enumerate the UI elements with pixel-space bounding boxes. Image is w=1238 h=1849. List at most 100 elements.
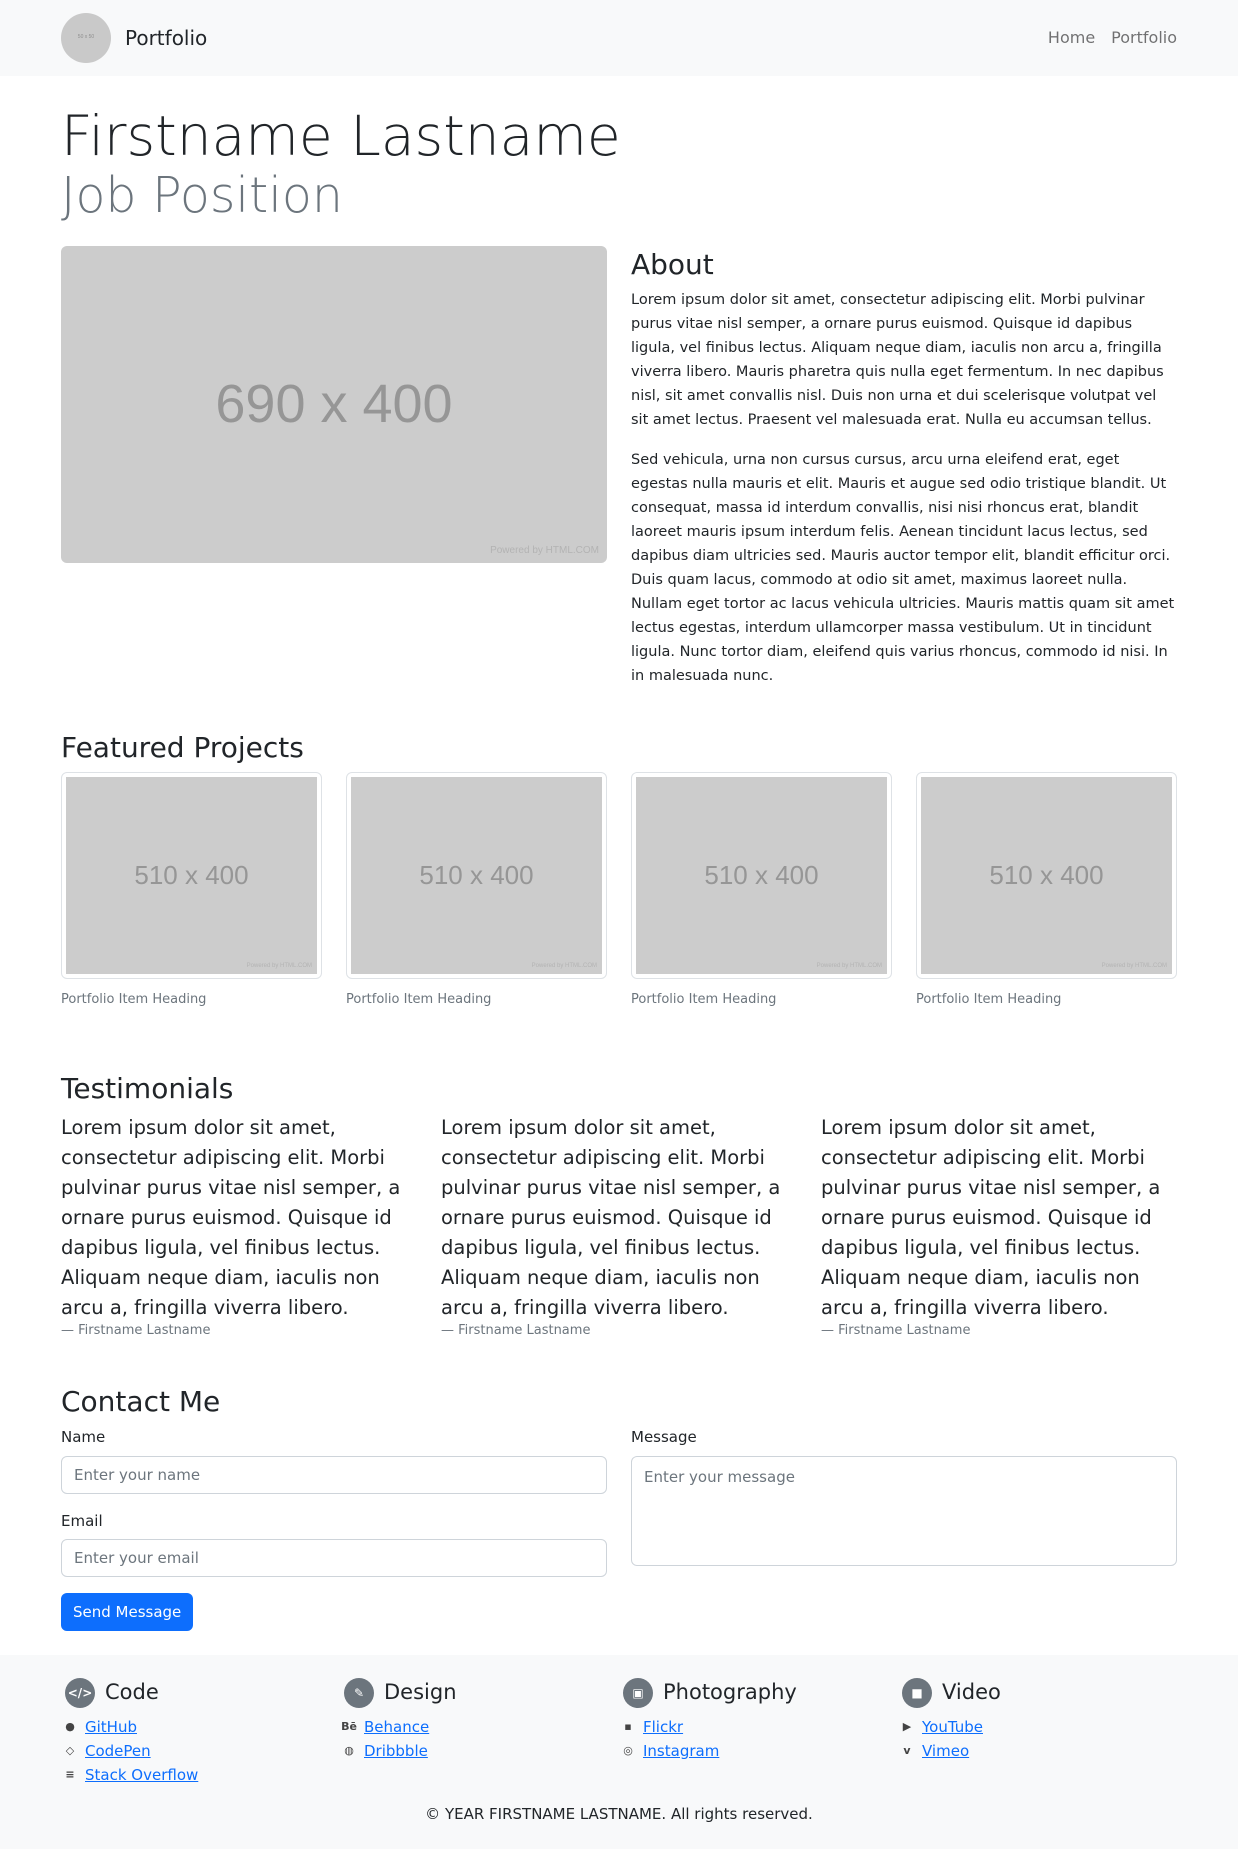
email-label: Email (61, 1511, 103, 1530)
project-thumbnail[interactable]: 510 x 400 Powered by HTML.COM (631, 772, 892, 980)
contact-form-left: Name Enter your name Email Enter your em… (61, 1426, 607, 1632)
email-input[interactable]: Enter your email (61, 1539, 607, 1578)
footer-link-item: ▶ YouTube (900, 1715, 1177, 1739)
project-card[interactable]: 510 x 400 Powered by HTML.COM Portfolio … (916, 772, 1177, 1010)
footer-links: Bē Behance ◍ Dribbble (340, 1715, 619, 1763)
message-textarea[interactable]: Enter your message (631, 1455, 1177, 1566)
message-field-group: Message Enter your message (631, 1426, 1177, 1566)
project-image: 510 x 400 Powered by HTML.COM (351, 777, 602, 975)
footer-link-instagram[interactable]: Instagram (643, 1739, 719, 1763)
brand-title[interactable]: Portfolio (125, 23, 207, 53)
footer-link-youtube[interactable]: YouTube (922, 1715, 983, 1739)
project-thumbnail[interactable]: 510 x 400 Powered by HTML.COM (916, 772, 1177, 980)
footer-link-item: ▪ Flickr (621, 1715, 898, 1739)
footer-heading: </> Code (65, 1677, 340, 1709)
code-icon: </> (65, 1678, 95, 1709)
behance-icon: Bē (341, 1719, 357, 1733)
nav-link-home[interactable]: Home (1048, 26, 1095, 50)
projects-grid: 510 x 400 Powered by HTML.COM Portfolio … (61, 772, 1177, 1010)
stack-overflow-icon: ≡ (65, 1767, 75, 1781)
footer-links: ▶ YouTube v Vimeo (898, 1715, 1177, 1763)
footer-column-video: ■ Video ▶ YouTube v Vimeo (898, 1677, 1177, 1787)
name-input[interactable]: Enter your name (61, 1455, 607, 1494)
contact-form-right: Message Enter your message (631, 1426, 1177, 1631)
project-caption: Portfolio Item Heading (61, 992, 207, 1008)
hero-image: 690 x 400 Powered by HTML.COM (61, 245, 607, 563)
footer-links: ● GitHub ◇ CodePen ≡ Stack Overflow (61, 1715, 340, 1787)
testimonial-author: — Firstname Lastname (821, 1323, 971, 1339)
project-card[interactable]: 510 x 400 Powered by HTML.COM Portfolio … (631, 772, 892, 1010)
project-caption: Portfolio Item Heading (916, 992, 1062, 1008)
project-thumbnail[interactable]: 510 x 400 Powered by HTML.COM (61, 772, 322, 980)
hero-name: Firstname Lastname (61, 104, 621, 168)
nav-links: Home Portfolio (1048, 26, 1177, 50)
testimonial-quote: Lorem ipsum dolor sit amet, consectetur … (61, 1116, 401, 1320)
testimonial-author: — Firstname Lastname (61, 1323, 211, 1339)
footer-link-codepen[interactable]: CodePen (85, 1739, 151, 1763)
project-image-label: 510 x 400 (704, 860, 819, 891)
about-title: About (631, 247, 714, 281)
footer-heading-label: Video (942, 1680, 1001, 1705)
instagram-icon: ◎ (623, 1743, 633, 1757)
testimonial-author: — Firstname Lastname (441, 1323, 591, 1339)
about-section: About Lorem ipsum dolor sit amet, consec… (631, 246, 1177, 705)
camera-video-icon: ■ (902, 1678, 932, 1709)
testimonial-quote: Lorem ipsum dolor sit amet, consectetur … (441, 1116, 781, 1320)
youtube-icon: ▶ (902, 1719, 912, 1733)
contact-section: Contact Me Name Enter your name Email En… (61, 1385, 1177, 1632)
project-thumbnail[interactable]: 510 x 400 Powered by HTML.COM (346, 772, 607, 980)
image-icon: ▣ (623, 1678, 653, 1709)
testimonial: Lorem ipsum dolor sit amet, consectetur … (821, 1113, 1177, 1341)
footer-link-stack-overflow[interactable]: Stack Overflow (85, 1763, 198, 1787)
footer-heading-label: Code (105, 1680, 159, 1705)
footer-link-item: ≡ Stack Overflow (63, 1763, 340, 1787)
footer-link-flickr[interactable]: Flickr (643, 1715, 683, 1739)
projects-section: Featured Projects 510 x 400 Powered by H… (61, 731, 1177, 1010)
vimeo-icon: v (903, 1743, 911, 1757)
project-image: 510 x 400 Powered by HTML.COM (921, 777, 1172, 975)
footer-links: ▪ Flickr ◎ Instagram (619, 1715, 898, 1763)
project-image: 510 x 400 Powered by HTML.COM (636, 777, 887, 975)
name-label: Name (61, 1428, 106, 1447)
nav-link-portfolio[interactable]: Portfolio (1111, 26, 1177, 50)
hero-section: Firstname Lastname Job Position 690 x 40… (61, 76, 1177, 705)
footer-link-item: Bē Behance (341, 1715, 619, 1739)
testimonials-section: Testimonials Lorem ipsum dolor sit amet,… (61, 1072, 1177, 1341)
send-message-button[interactable]: Send Message (61, 1593, 194, 1632)
footer-link-item: ◇ CodePen (63, 1739, 340, 1763)
footer-column-photography: ▣ Photography ▪ Flickr ◎ Instagram (619, 1677, 898, 1787)
contact-form: Name Enter your name Email Enter your em… (61, 1426, 1177, 1632)
footer-link-behance[interactable]: Behance (364, 1715, 429, 1739)
footer-link-dribbble[interactable]: Dribbble (364, 1739, 428, 1763)
testimonial-quote: Lorem ipsum dolor sit amet, consectetur … (821, 1116, 1161, 1320)
message-label: Message (631, 1428, 697, 1447)
footer-link-item: ◎ Instagram (621, 1739, 898, 1763)
logo-image[interactable]: 50 x 50 (61, 13, 111, 63)
project-image-label: 510 x 400 (419, 860, 534, 891)
footer: </> Code ● GitHub ◇ CodePen ≡ Stack Overflo… (0, 1655, 1238, 1849)
codepen-icon: ◇ (65, 1743, 75, 1757)
project-image-label: 510 x 400 (134, 860, 249, 891)
hero-image-label: 690 x 400 (215, 373, 453, 434)
project-image-credit: Powered by HTML.COM (1101, 963, 1167, 970)
project-image-credit: Powered by HTML.COM (246, 963, 312, 970)
project-image-credit: Powered by HTML.COM (531, 963, 597, 970)
hero-position: Job Position (61, 166, 343, 224)
footer-columns: </> Code ● GitHub ◇ CodePen ≡ Stack Overflo… (61, 1677, 1177, 1787)
footer-link-vimeo[interactable]: Vimeo (922, 1739, 969, 1763)
email-field-group: Email Enter your email (61, 1510, 607, 1578)
about-row: 690 x 400 Powered by HTML.COM About Lore… (61, 245, 1177, 705)
flickr-icon: ▪ (624, 1719, 632, 1733)
name-field-group: Name Enter your name (61, 1426, 607, 1494)
footer-link-github[interactable]: GitHub (85, 1715, 137, 1739)
project-card[interactable]: 510 x 400 Powered by HTML.COM Portfolio … (61, 772, 322, 1010)
footer-link-item: v Vimeo (900, 1739, 1177, 1763)
github-icon: ● (65, 1719, 75, 1733)
contact-title: Contact Me (61, 1384, 221, 1418)
copyright: © YEAR FIRSTNAME LASTNAME. All rights re… (425, 1804, 813, 1823)
navbar-brand[interactable]: 50 x 50 Portfolio (61, 13, 207, 63)
navbar: 50 x 50 Portfolio Home Portfolio (0, 0, 1238, 76)
testimonial: Lorem ipsum dolor sit amet, consectetur … (61, 1113, 417, 1341)
project-card[interactable]: 510 x 400 Powered by HTML.COM Portfolio … (346, 772, 607, 1010)
testimonials-row: Lorem ipsum dolor sit amet, consectetur … (61, 1113, 1177, 1341)
